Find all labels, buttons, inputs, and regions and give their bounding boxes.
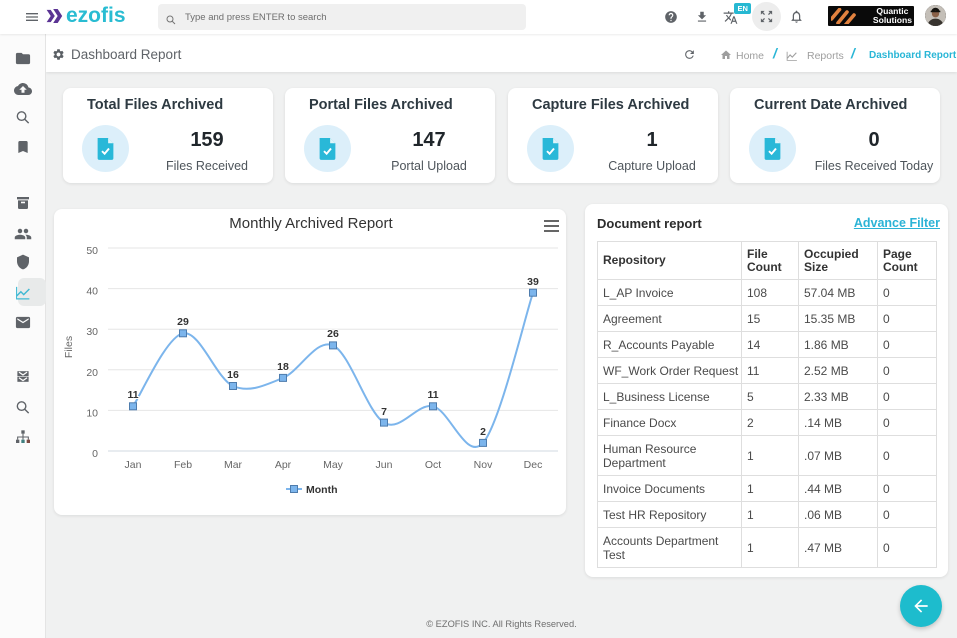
svg-text:0: 0 xyxy=(92,448,98,460)
svg-text:10: 10 xyxy=(86,407,98,419)
svg-text:Oct: Oct xyxy=(425,459,441,471)
svg-text:Jun: Jun xyxy=(376,459,393,471)
svg-text:11: 11 xyxy=(427,389,438,401)
svg-text:May: May xyxy=(323,459,344,471)
svg-text:18: 18 xyxy=(277,361,289,373)
svg-text:Month: Month xyxy=(306,484,338,496)
svg-text:7: 7 xyxy=(381,406,387,418)
svg-text:20: 20 xyxy=(86,367,98,379)
svg-text:39: 39 xyxy=(527,276,539,288)
svg-text:11: 11 xyxy=(127,389,138,401)
svg-text:30: 30 xyxy=(86,326,98,338)
svg-text:50: 50 xyxy=(86,245,98,257)
svg-text:Feb: Feb xyxy=(174,459,192,471)
svg-text:Mar: Mar xyxy=(224,459,243,471)
svg-text:29: 29 xyxy=(177,316,189,328)
svg-text:26: 26 xyxy=(327,328,339,340)
svg-text:Apr: Apr xyxy=(275,459,292,471)
svg-text:16: 16 xyxy=(227,369,239,381)
svg-text:Monthly Archived Report: Monthly Archived Report xyxy=(229,215,393,232)
svg-text:2: 2 xyxy=(480,426,486,438)
svg-text:40: 40 xyxy=(86,286,98,298)
svg-text:Files: Files xyxy=(63,336,75,358)
svg-text:Nov: Nov xyxy=(474,459,493,471)
svg-text:Dec: Dec xyxy=(524,459,543,471)
svg-text:Jan: Jan xyxy=(125,459,142,471)
